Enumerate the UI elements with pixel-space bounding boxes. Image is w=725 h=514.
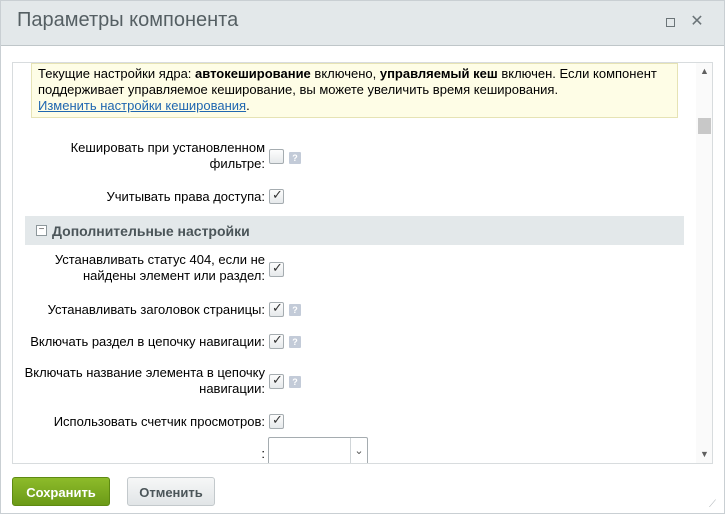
help-icon[interactable]: ?	[289, 304, 301, 316]
value-select[interactable]: ⌄	[268, 437, 368, 463]
check-icon: ✓	[272, 300, 283, 315]
chevron-down-icon[interactable]: ⌄	[350, 438, 367, 463]
scroll-down-icon[interactable]: ▼	[696, 446, 712, 463]
access-rights-label: Учитывать права доступа:	[106, 189, 265, 204]
check-icon: ✓	[272, 412, 283, 427]
component-parameters-dialog: Параметры компонента ✕ Текущие настройки…	[0, 0, 725, 514]
titlebar[interactable]: Параметры компонента ✕	[1, 1, 724, 46]
notice-text-mid: включено,	[310, 66, 380, 81]
scrollbar-thumb[interactable]	[698, 118, 711, 134]
check-icon: ✓	[272, 332, 283, 347]
resize-grip-icon[interactable]: ⟋	[709, 499, 721, 511]
close-icon[interactable]: ✕	[688, 13, 706, 31]
cache-filter-checkbox[interactable]	[269, 149, 284, 164]
page-title-label: Устанавливать заголовок страницы:	[47, 302, 265, 317]
status-404-label: Устанавливать статус 404, если не найден…	[54, 252, 265, 283]
check-icon: ✓	[272, 260, 283, 275]
scroll-up-icon[interactable]: ▲	[696, 63, 712, 80]
notice-link-end: .	[246, 98, 250, 113]
maximize-icon[interactable]	[661, 13, 679, 31]
section-title: Дополнительные настройки	[52, 223, 250, 239]
save-button[interactable]: Сохранить	[12, 477, 110, 506]
element-chain-checkbox[interactable]: ✓	[269, 372, 284, 389]
vertical-scrollbar[interactable]: ▲ ▼	[696, 63, 712, 463]
dialog-title: Параметры компонента	[17, 9, 239, 31]
collapse-icon[interactable]: −	[36, 225, 47, 236]
element-chain-label: Включать название элемента в цепочку нав…	[24, 365, 265, 396]
cache-filter-label: Кешировать при установленном фильтре:	[70, 140, 265, 171]
notice-text: Текущие настройки ядра:	[38, 66, 196, 81]
change-cache-settings-link[interactable]: Изменить настройки кеширования	[38, 98, 246, 113]
notice-bold-autocache: автокеширование	[195, 66, 311, 81]
status-404-checkbox[interactable]: ✓	[269, 260, 284, 277]
settings-panel: Текущие настройки ядра: автокеширование …	[12, 62, 713, 464]
help-icon[interactable]: ?	[289, 336, 301, 348]
section-chain-checkbox[interactable]: ✓	[269, 332, 284, 349]
check-icon: ✓	[272, 187, 283, 202]
select-label: :	[261, 446, 265, 461]
help-icon[interactable]: ?	[289, 152, 301, 164]
notice-bold-managed-cache: управляемый кеш	[379, 66, 498, 81]
view-counter-checkbox[interactable]: ✓	[269, 412, 284, 429]
page-title-checkbox[interactable]: ✓	[269, 300, 284, 317]
additional-settings-section[interactable]: − Дополнительные настройки	[25, 216, 684, 245]
cache-notice: Текущие настройки ядра: автокеширование …	[31, 63, 678, 118]
check-icon: ✓	[272, 372, 283, 387]
access-rights-checkbox[interactable]: ✓	[269, 187, 284, 204]
cancel-button[interactable]: Отменить	[127, 477, 215, 506]
help-icon[interactable]: ?	[289, 376, 301, 388]
section-chain-label: Включать раздел в цепочку навигации:	[30, 334, 265, 349]
view-counter-label: Использовать счетчик просмотров:	[53, 414, 265, 429]
